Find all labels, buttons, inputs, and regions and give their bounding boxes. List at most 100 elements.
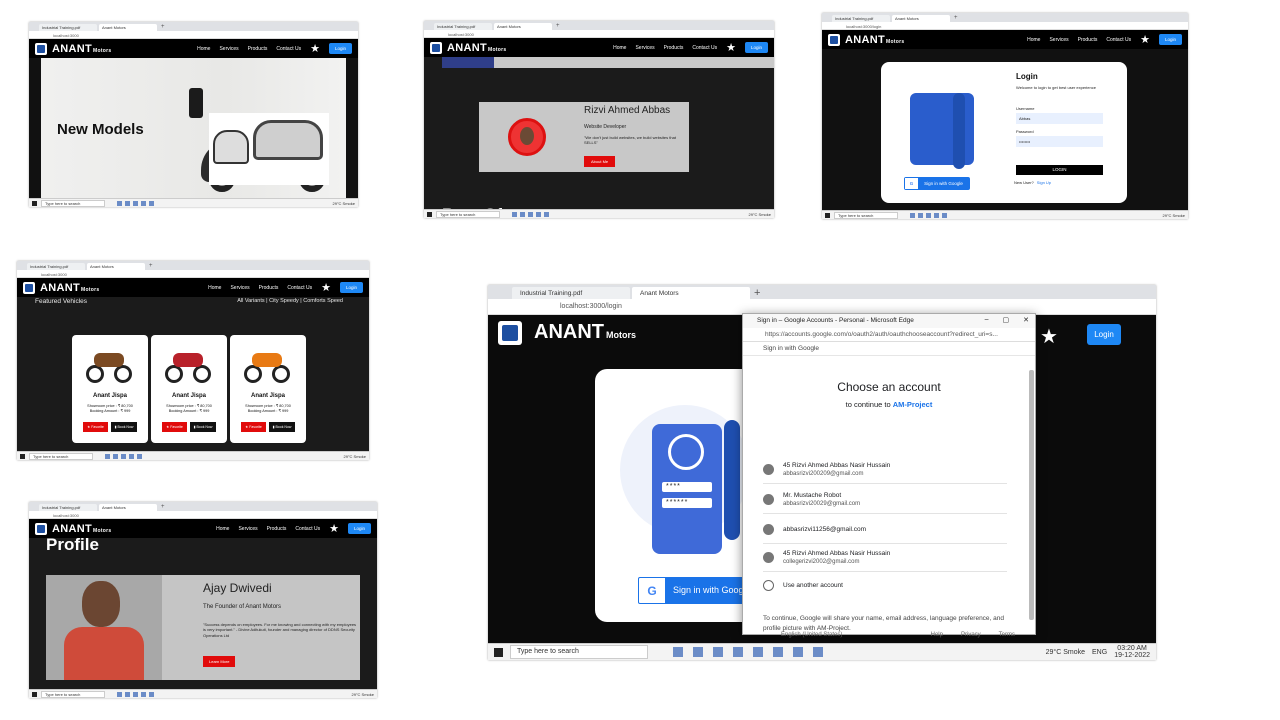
nav-contact[interactable]: Contact Us — [692, 45, 717, 51]
scrollbar[interactable] — [1029, 370, 1034, 620]
nav-contact[interactable]: Contact Us — [295, 526, 320, 532]
nav-products[interactable]: Products — [248, 46, 268, 52]
windows-icon[interactable] — [825, 212, 830, 218]
nav-services[interactable]: Services — [1049, 37, 1068, 43]
language-indicator[interactable]: ENG — [1092, 649, 1107, 656]
google-signin-button[interactable]: G Sign in with Google — [638, 577, 756, 604]
learn-more-button[interactable]: Learn More — [203, 656, 236, 667]
nav-home[interactable]: Home — [197, 46, 210, 52]
book-now-button[interactable]: ▮ Book Now — [190, 422, 216, 432]
address-bar[interactable]: localhost:3000 — [29, 31, 358, 39]
tab-pdf[interactable]: Industrial Training.pdf — [39, 24, 97, 31]
new-tab-icon[interactable]: + — [952, 15, 960, 22]
nav-services[interactable]: Services — [238, 526, 257, 532]
brand-name[interactable]: ANANTMotors — [845, 34, 904, 46]
address-bar[interactable]: localhost:3000 — [29, 511, 377, 519]
nav-products[interactable]: Products — [267, 526, 287, 532]
favorite-button[interactable]: ★ Favorite — [162, 422, 187, 432]
star-icon[interactable]: ★ — [321, 282, 331, 293]
login-button[interactable]: Login — [744, 42, 768, 53]
nav-products[interactable]: Products — [1078, 37, 1098, 43]
nav-home[interactable]: Home — [613, 45, 626, 51]
tab-pdf[interactable]: Industrial Training.pdf — [39, 504, 97, 511]
tab-pdf[interactable]: Industrial Training.pdf — [832, 15, 890, 22]
tab-site[interactable]: Anant Motors — [87, 263, 145, 270]
login-button[interactable]: Login — [1158, 34, 1182, 45]
address-bar[interactable]: localhost:3000/login — [822, 22, 1188, 30]
login-submit-button[interactable]: LOGIN — [1016, 165, 1103, 175]
windows-icon[interactable] — [427, 211, 432, 217]
brand-name[interactable]: ANANTMotors — [447, 42, 506, 54]
help-link[interactable]: Help — [931, 632, 943, 638]
project-link[interactable]: AM-Project — [893, 400, 933, 409]
signup-link[interactable]: Sign Up — [1037, 180, 1051, 185]
taskbar-search[interactable]: Type here to search — [41, 690, 105, 698]
account-item[interactable]: 45 Rizvi Ahmed Abbas Nasir Hussain abbasr… — [763, 456, 1007, 484]
logo-icon[interactable] — [498, 321, 522, 345]
login-button[interactable]: Login — [339, 282, 363, 293]
brand-name[interactable]: ANANTMotors — [52, 523, 111, 535]
vehicle-card[interactable]: Anant Jispa Showroom price : ₹ 80,700 Boo… — [230, 335, 306, 443]
new-tab-icon[interactable]: + — [752, 287, 762, 299]
tab-site[interactable]: Anant Motors — [99, 504, 157, 511]
nav-services[interactable]: Services — [230, 285, 249, 291]
star-icon[interactable]: ★ — [329, 523, 339, 534]
taskbar-search[interactable]: Type here to search — [436, 210, 500, 218]
windows-icon[interactable] — [32, 200, 37, 206]
book-now-button[interactable]: ▮ Book Now — [269, 422, 295, 432]
nav-products[interactable]: Products — [259, 285, 279, 291]
use-another-account[interactable]: Use another account — [763, 572, 1007, 600]
book-now-button[interactable]: ▮ Book Now — [111, 422, 137, 432]
windows-icon[interactable] — [20, 453, 25, 459]
taskbar-search[interactable]: Type here to search — [510, 645, 648, 659]
brand-name[interactable]: ANANTMotors — [534, 321, 636, 344]
logo-icon[interactable] — [430, 41, 442, 54]
star-icon[interactable]: ★ — [1140, 34, 1150, 45]
vehicle-card[interactable]: Anant Jispa Showroom price : ₹ 80,700 Boo… — [72, 335, 148, 443]
address-bar[interactable]: localhost:3000 — [17, 270, 369, 278]
clock[interactable]: 03:20 AM 19-12-2022 — [1114, 645, 1150, 659]
password-field[interactable]: •••••••• — [1016, 136, 1103, 147]
login-button[interactable]: Login — [347, 523, 371, 534]
logo-icon[interactable] — [35, 42, 47, 55]
nav-contact[interactable]: Contact Us — [287, 285, 312, 291]
new-tab-icon[interactable]: + — [159, 24, 167, 31]
vehicle-card[interactable]: Anant Jispa Showroom price : ₹ 80,700 Boo… — [151, 335, 227, 443]
star-icon[interactable]: ★ — [1040, 324, 1058, 349]
maximize-icon[interactable]: ▢ — [1003, 316, 1010, 324]
star-icon[interactable]: ★ — [726, 42, 736, 53]
tab-site[interactable]: Anant Motors — [892, 15, 950, 22]
brand-name[interactable]: ANANTMotors — [40, 282, 99, 294]
favorite-button[interactable]: ★ Favorite — [83, 422, 108, 432]
nav-contact[interactable]: Contact Us — [1106, 37, 1131, 43]
new-tab-icon[interactable]: + — [554, 23, 562, 30]
account-item[interactable]: Mr. Mustache Robot abbasrizvi20029@gmail.… — [763, 486, 1007, 514]
terms-link[interactable]: Terms — [999, 632, 1015, 638]
taskbar-search[interactable]: Type here to search — [29, 452, 93, 460]
nav-home[interactable]: Home — [208, 285, 221, 291]
username-field[interactable]: Abbas — [1016, 113, 1103, 124]
logo-icon[interactable] — [23, 281, 35, 294]
address-bar[interactable]: localhost:3000 — [424, 30, 774, 38]
windows-icon[interactable] — [494, 647, 503, 657]
tab-site[interactable]: Anant Motors — [494, 23, 552, 30]
tab-site[interactable]: Anant Motors — [632, 287, 750, 299]
tab-pdf[interactable]: Industrial Training.pdf — [27, 263, 85, 270]
star-icon[interactable]: ★ — [310, 43, 320, 54]
tab-pdf[interactable]: Industrial Training.pdf — [434, 23, 492, 30]
about-me-button[interactable]: About Me — [584, 156, 616, 167]
new-tab-icon[interactable]: + — [159, 504, 167, 511]
nav-services[interactable]: Services — [219, 46, 238, 52]
brand-name[interactable]: ANANTMotors — [52, 43, 111, 55]
login-button[interactable]: Login — [1087, 324, 1121, 345]
minimize-icon[interactable]: – — [985, 316, 989, 324]
nav-home[interactable]: Home — [216, 526, 229, 532]
nav-contact[interactable]: Contact Us — [276, 46, 301, 52]
google-signin-button[interactable]: G Sign in with Google — [904, 177, 970, 190]
account-item[interactable]: 45 Rizvi Ahmed Abbas Nasir Hussain colleg… — [763, 544, 1007, 572]
nav-products[interactable]: Products — [664, 45, 684, 51]
taskbar-search[interactable]: Type here to search — [41, 199, 105, 207]
tab-site[interactable]: Anant Motors — [99, 24, 157, 31]
account-item[interactable]: abbasrizvi11256@gmail.com — [763, 516, 1007, 544]
favorite-button[interactable]: ★ Favorite — [241, 422, 266, 432]
